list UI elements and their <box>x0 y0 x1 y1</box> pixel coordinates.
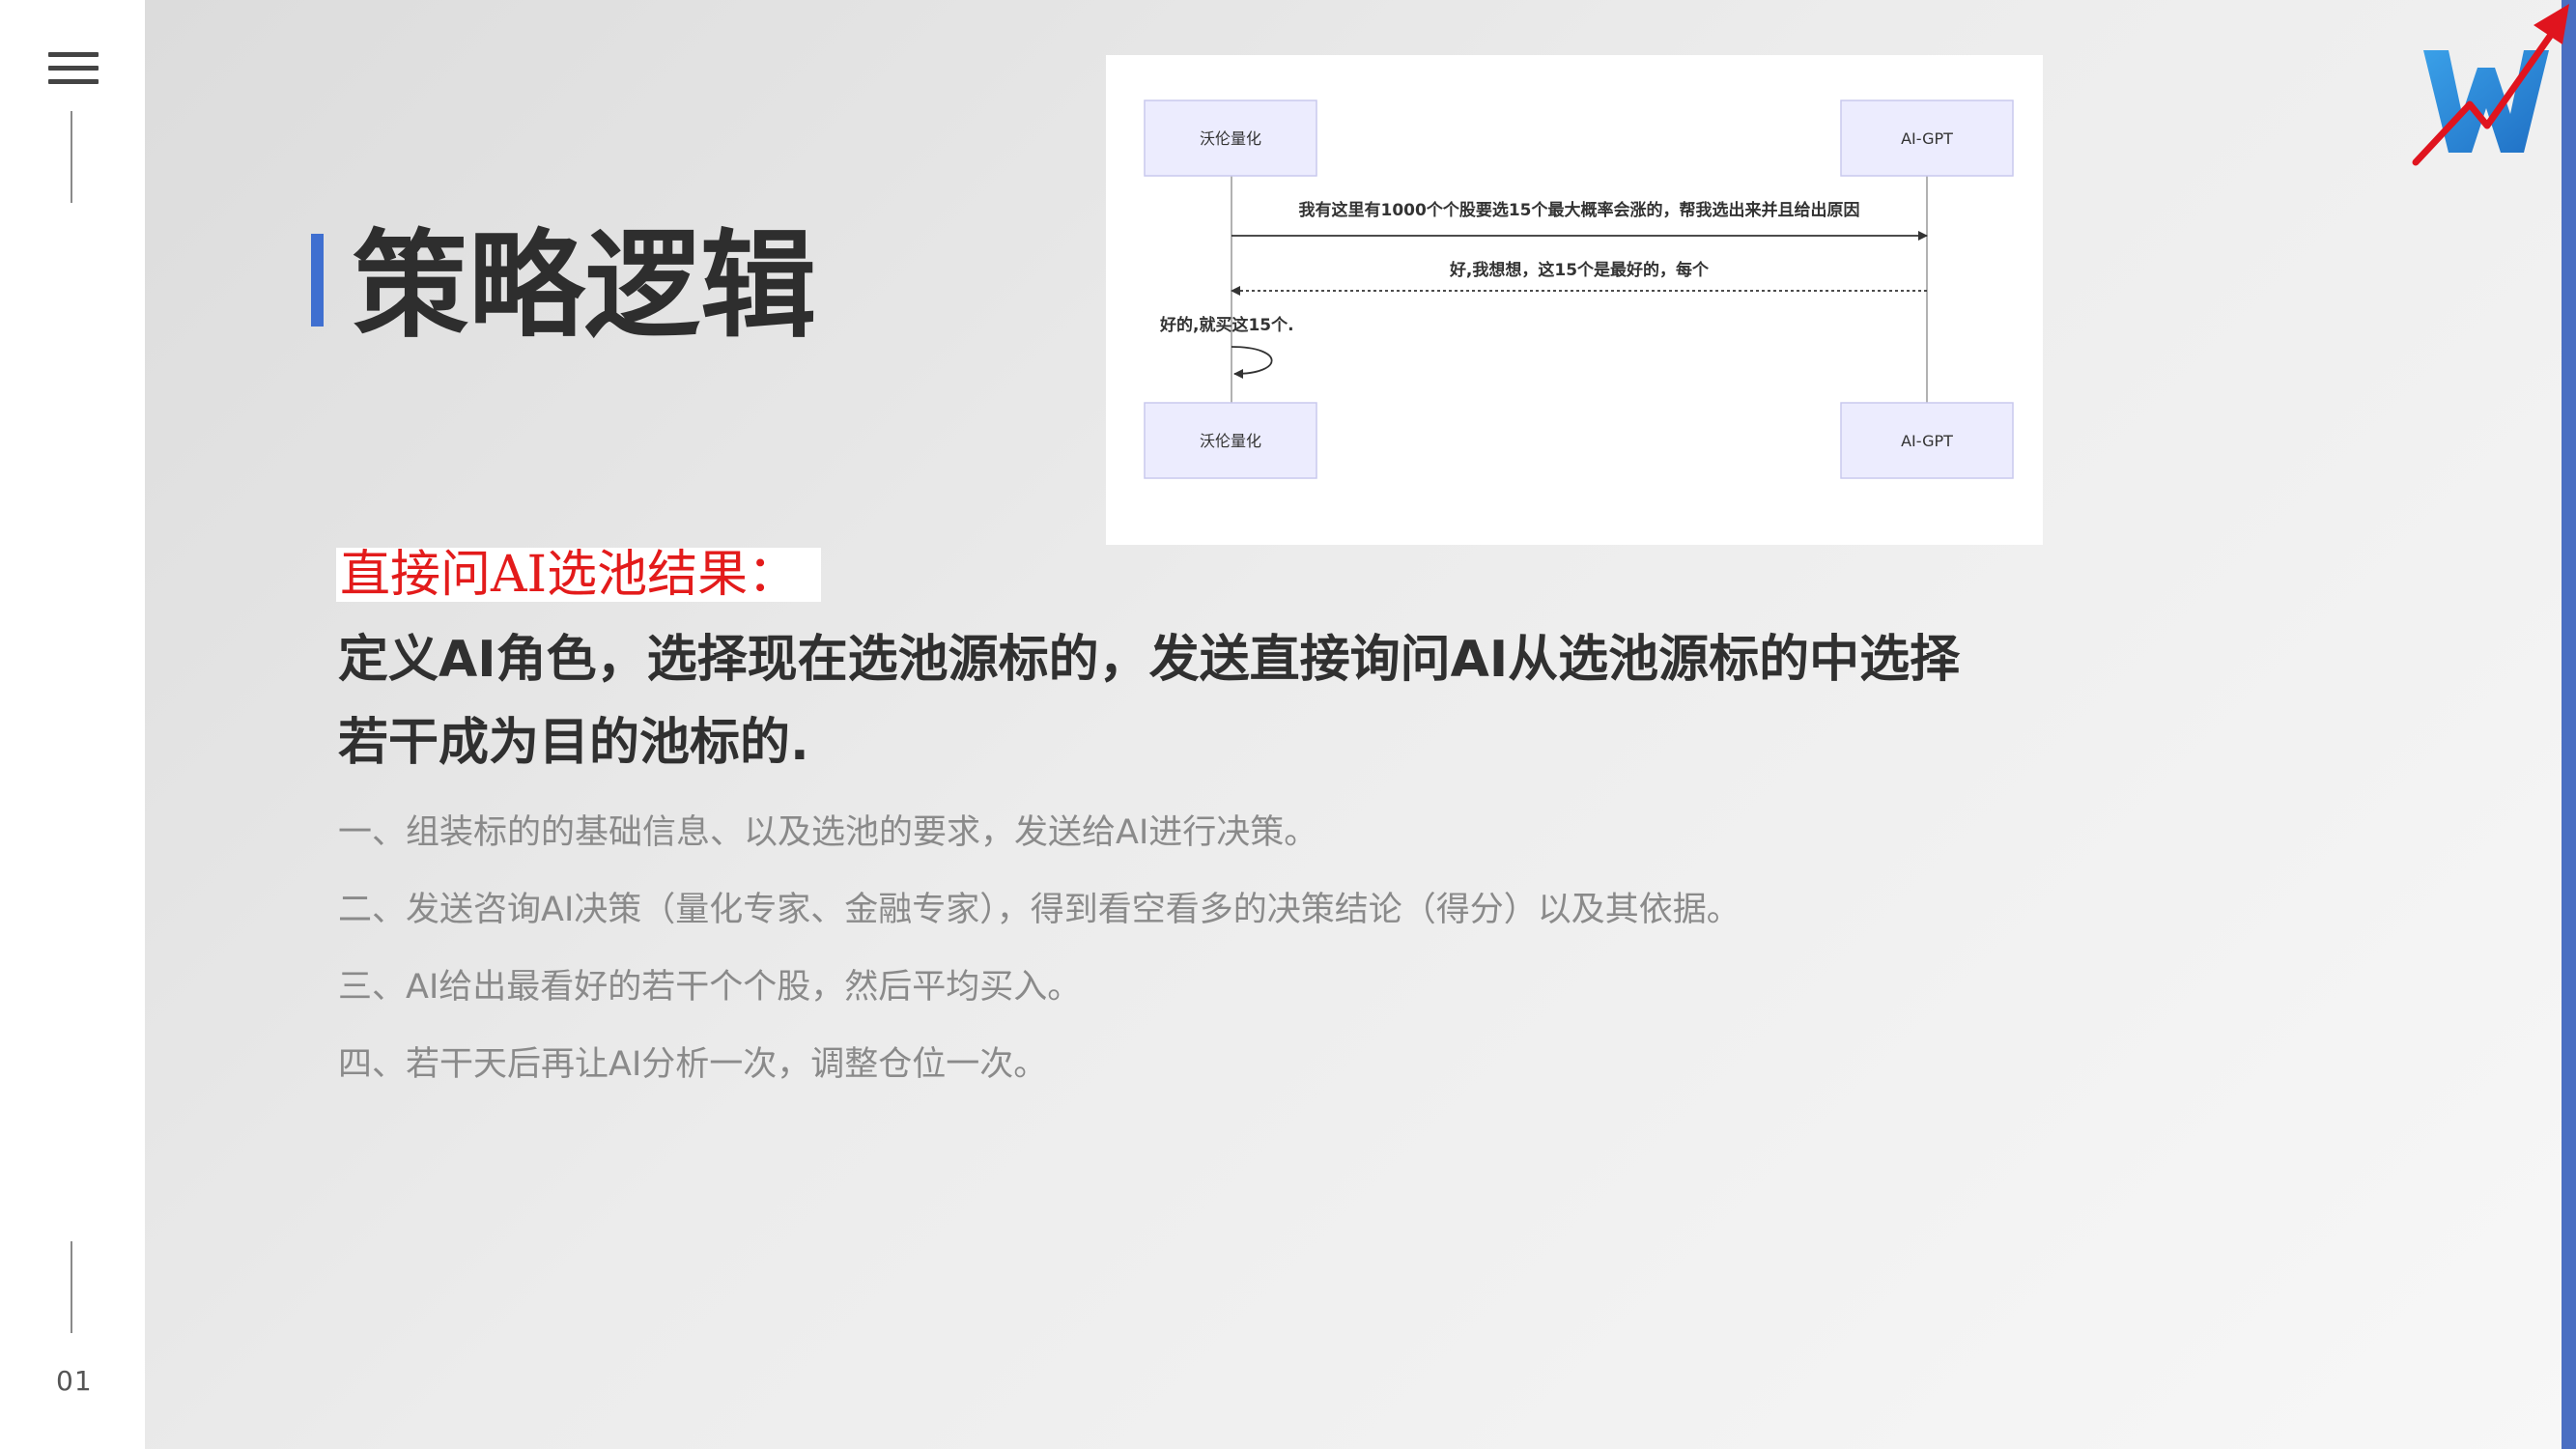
participant-label-left-top: 沃伦量化 <box>1200 129 1261 148</box>
sidebar: 01 <box>0 0 145 1449</box>
participant-box-right-bottom: AI-GPT <box>1840 402 2014 479</box>
participant-label-right-bottom: AI-GPT <box>1901 432 1953 450</box>
headline: 定义AI角色，选择现在选池源标的，发送直接询问AI从选池源标的中选择若干成为目的… <box>338 631 1961 772</box>
sidebar-divider-top <box>71 111 72 203</box>
steps-list: 一、组装标的的基础信息、以及选池的要求，发送给AI进行决策。 二、发送咨询AI决… <box>338 813 1741 1122</box>
sequence-diagram-canvas: 沃伦量化 AI-GPT 我有这里有1000个个股要选15个最大概率会涨的，帮我选… <box>1144 99 2014 479</box>
page-number: 01 <box>56 1365 93 1397</box>
participant-box-right-top: AI-GPT <box>1840 99 2014 177</box>
w-logo-icon <box>2412 4 2569 166</box>
message-self-arrow <box>1231 346 1273 379</box>
hamburger-menu-icon[interactable] <box>48 52 99 87</box>
step-item-4: 四、若干天后再让AI分析一次，调整仓位一次。 <box>338 1045 1048 1084</box>
step-item-3: 三、AI给出最看好的若干个个股，然后平均买入。 <box>338 968 1082 1007</box>
right-accent-bar <box>2562 0 2576 1449</box>
subtitle-highlight: 直接问AI选池结果： <box>336 546 822 604</box>
page-title: 策略逻辑 <box>353 219 816 354</box>
participant-box-left-bottom: 沃伦量化 <box>1144 402 1317 479</box>
participant-box-left-top: 沃伦量化 <box>1144 99 1317 177</box>
message-self-label: 好的,就买这15个. <box>1159 315 1294 335</box>
title-accent-bar <box>311 234 324 327</box>
step-item-2: 二、发送咨询AI决策（量化专家、金融专家），得到看空看多的决策结论（得分）以及其… <box>338 891 1741 929</box>
message-request-label: 我有这里有1000个个股要选15个最大概率会涨的，帮我选出来并且给出原因 <box>1299 200 1860 220</box>
step-item-1: 一、组装标的的基础信息、以及选池的要求，发送给AI进行决策。 <box>338 813 1318 852</box>
participant-label-left-bottom: 沃伦量化 <box>1200 432 1261 450</box>
participant-label-right-top: AI-GPT <box>1901 129 1953 148</box>
sidebar-divider-bottom <box>71 1241 72 1333</box>
brand-logo <box>2410 0 2576 169</box>
sequence-diagram: 沃伦量化 AI-GPT 我有这里有1000个个股要选15个最大概率会涨的，帮我选… <box>1106 55 2043 545</box>
message-reply-label: 好,我想想，这15个是最好的，每个 <box>1449 260 1710 280</box>
subtitle: 直接问AI选池结果： <box>340 546 799 604</box>
